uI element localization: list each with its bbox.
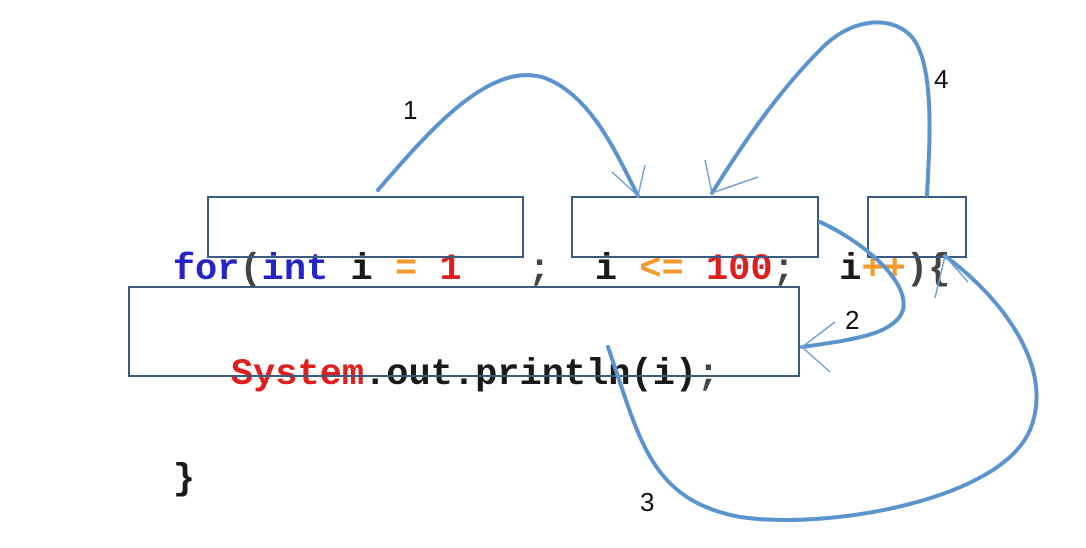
increment-box xyxy=(867,196,967,258)
condition-box xyxy=(571,196,819,258)
step-label-2: 2 xyxy=(845,305,860,335)
arrowhead-3 xyxy=(934,254,969,299)
flow-overlay xyxy=(128,20,1039,522)
step-label-4: 4 xyxy=(934,64,949,94)
body-box xyxy=(128,286,800,377)
arrow-step-4 xyxy=(710,20,932,197)
arrow-step-1 xyxy=(376,73,640,198)
arrow-step-3 xyxy=(606,254,1039,522)
step-label-3: 3 xyxy=(640,487,655,517)
for-loop-diagram: for(int i = 1 ; i <= 100; i++){ System.o… xyxy=(0,0,1086,548)
init-box xyxy=(207,196,524,258)
step-label-1: 1 xyxy=(403,95,418,125)
